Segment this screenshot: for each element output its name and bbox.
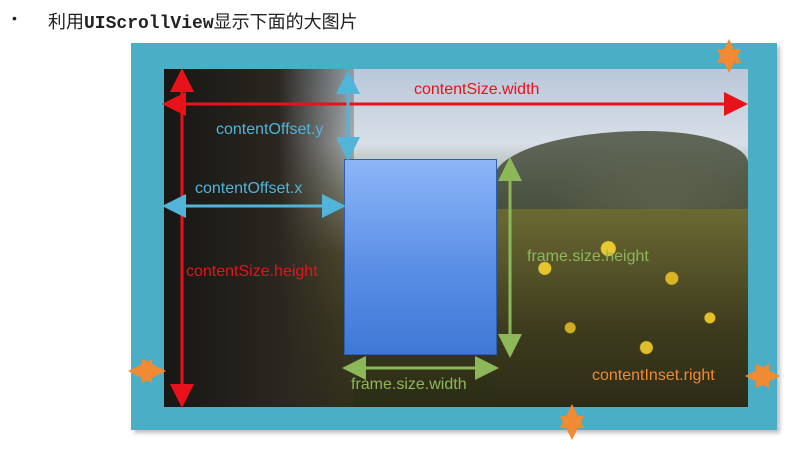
content-inset-right-label: contentInset.right xyxy=(592,367,715,384)
content-offset-y-label: contentOffset.y xyxy=(216,121,324,138)
frame-size-width-label: frame.size.width xyxy=(351,376,467,393)
content-size-height-label: contentSize.height xyxy=(186,263,318,280)
frame-size-height-label: frame.size.height xyxy=(527,248,649,265)
content-size-width-label: contentSize.width xyxy=(414,81,540,98)
content-offset-x-label: contentOffset.x xyxy=(195,180,303,197)
